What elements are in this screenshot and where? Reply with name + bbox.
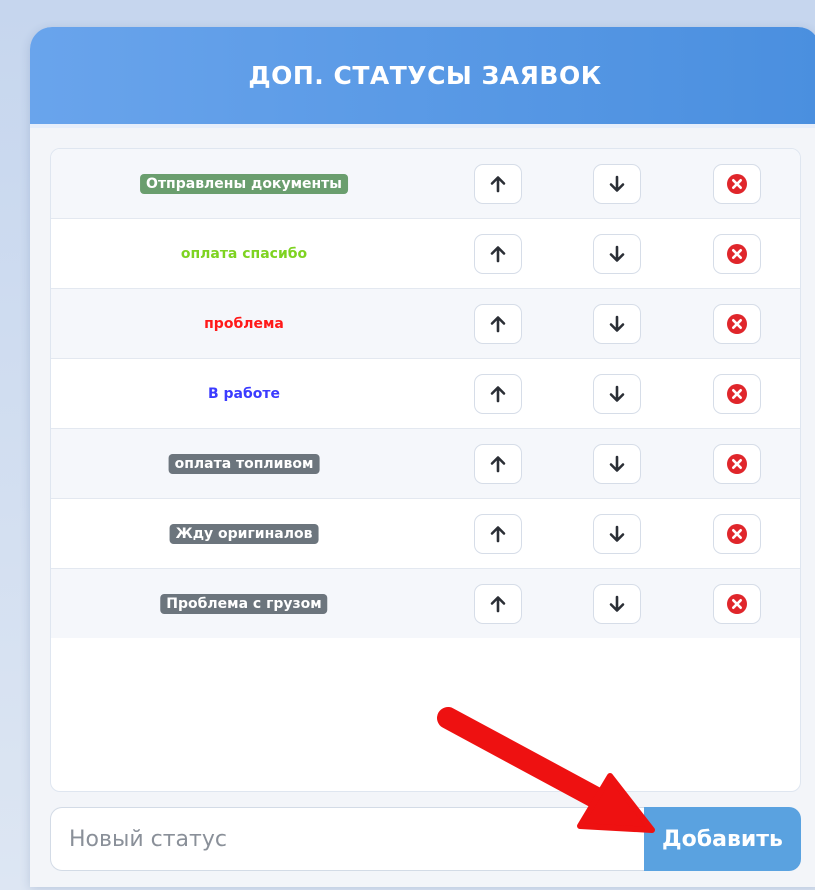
new-status-input[interactable] — [50, 807, 650, 871]
close-circle-icon — [727, 243, 747, 264]
statuses-card: ДОП. СТАТУСЫ ЗАЯВОК Отправлены документы… — [30, 27, 815, 887]
status-row: Проблема с грузом — [51, 569, 800, 638]
arrow-down-icon — [609, 315, 625, 332]
move-up-button[interactable] — [474, 443, 522, 484]
delete-button[interactable] — [713, 583, 761, 624]
arrow-up-icon — [490, 245, 506, 262]
status-row: оплата спасибо — [51, 219, 800, 289]
move-down-button[interactable] — [593, 513, 641, 554]
arrow-up-icon — [490, 385, 506, 402]
add-status-button[interactable]: Добавить — [644, 807, 801, 871]
close-circle-icon — [727, 523, 747, 544]
delete-button[interactable] — [713, 163, 761, 204]
move-down-button[interactable] — [593, 373, 641, 414]
arrow-down-icon — [609, 245, 625, 262]
status-label: оплата топливом — [168, 453, 320, 474]
arrow-up-icon — [490, 595, 506, 612]
move-down-button[interactable] — [593, 233, 641, 274]
card-title: ДОП. СТАТУСЫ ЗАЯВОК — [248, 61, 602, 90]
move-down-button[interactable] — [593, 303, 641, 344]
close-circle-icon — [727, 453, 747, 474]
arrow-up-icon — [490, 525, 506, 542]
close-circle-icon — [727, 593, 747, 614]
delete-button[interactable] — [713, 303, 761, 344]
status-row: проблема — [51, 289, 800, 359]
status-label: Жду оригиналов — [169, 523, 319, 544]
status-label: проблема — [204, 315, 284, 332]
move-down-button[interactable] — [593, 443, 641, 484]
delete-button[interactable] — [713, 373, 761, 414]
delete-button[interactable] — [713, 233, 761, 274]
move-up-button[interactable] — [474, 513, 522, 554]
status-row: Жду оригиналов — [51, 499, 800, 569]
status-row: оплата топливом — [51, 429, 800, 499]
move-down-button[interactable] — [593, 163, 641, 204]
move-up-button[interactable] — [474, 233, 522, 274]
arrow-up-icon — [490, 455, 506, 472]
header-divider — [30, 124, 815, 128]
status-row: Отправлены документы — [51, 149, 800, 219]
move-up-button[interactable] — [474, 303, 522, 344]
arrow-up-icon — [490, 175, 506, 192]
arrow-down-icon — [609, 385, 625, 402]
arrow-down-icon — [609, 595, 625, 612]
delete-button[interactable] — [713, 443, 761, 484]
close-circle-icon — [727, 173, 747, 194]
move-up-button[interactable] — [474, 373, 522, 414]
status-label: Отправлены документы — [140, 173, 348, 194]
new-status-form: Добавить — [50, 807, 801, 871]
status-label: В работе — [207, 385, 281, 402]
move-down-button[interactable] — [593, 583, 641, 624]
arrow-down-icon — [609, 525, 625, 542]
move-up-button[interactable] — [474, 583, 522, 624]
arrow-down-icon — [609, 175, 625, 192]
status-label: Проблема с грузом — [160, 593, 328, 614]
card-header: ДОП. СТАТУСЫ ЗАЯВОК — [30, 27, 815, 124]
status-row: В работе — [51, 359, 800, 429]
status-list: Отправлены документы оплата спасибо проб… — [50, 148, 801, 792]
close-circle-icon — [727, 313, 747, 334]
arrow-down-icon — [609, 455, 625, 472]
status-label: оплата спасибо — [180, 245, 308, 262]
arrow-up-icon — [490, 315, 506, 332]
close-circle-icon — [727, 383, 747, 404]
move-up-button[interactable] — [474, 163, 522, 204]
delete-button[interactable] — [713, 513, 761, 554]
